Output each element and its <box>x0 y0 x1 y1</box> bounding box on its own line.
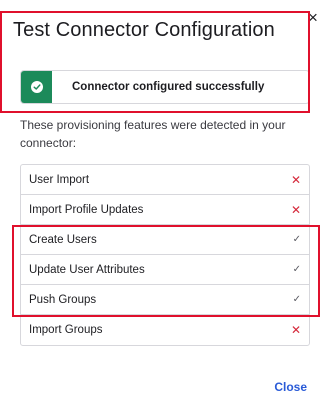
feature-row-user-import: User Import ✕ <box>21 165 309 195</box>
feature-row-import-profile-updates: Import Profile Updates ✕ <box>21 195 309 225</box>
x-icon: ✕ <box>290 202 301 217</box>
highlight-annotation-features <box>12 225 320 317</box>
feature-row-import-groups: Import Groups ✕ <box>21 315 309 345</box>
features-description: These provisioning features were detecte… <box>20 118 286 150</box>
close-button[interactable]: Close <box>274 380 307 394</box>
x-icon: ✕ <box>290 323 301 337</box>
highlight-annotation-title <box>0 11 310 113</box>
feature-label: Import Profile Updates <box>29 203 144 216</box>
feature-label: Import Groups <box>29 324 103 336</box>
test-connector-dialog: × Test Connector Configuration Connector… <box>0 0 333 401</box>
feature-label: User Import <box>29 173 90 186</box>
x-icon: ✕ <box>290 172 301 187</box>
